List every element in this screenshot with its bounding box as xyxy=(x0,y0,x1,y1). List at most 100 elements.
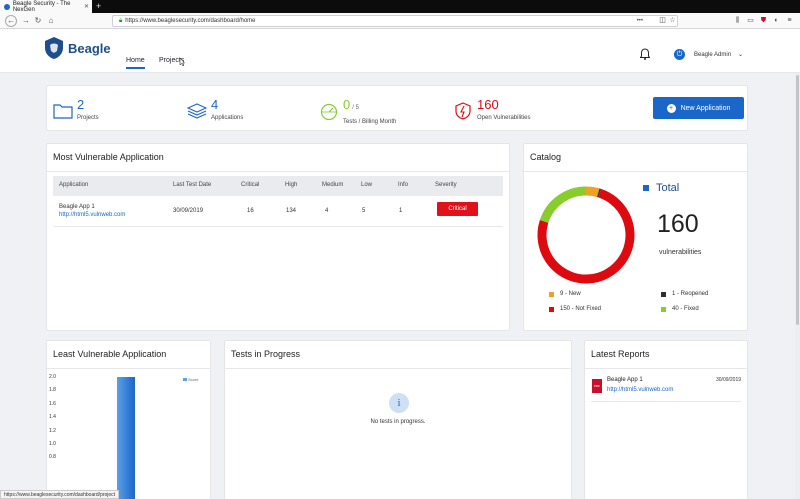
legend-fixed: 40 - Fixed xyxy=(661,306,699,312)
stat-projects[interactable]: 2 Projects xyxy=(53,98,99,121)
page-scrollbar[interactable] xyxy=(795,73,800,499)
legend-label: 40 - Fixed xyxy=(672,306,699,312)
pocket-icon[interactable]: ◫ xyxy=(658,16,667,25)
total-label: Total xyxy=(656,182,680,194)
stat-label: Open Vulnerabilities xyxy=(477,115,531,121)
divider xyxy=(585,368,747,369)
beagle-shield-icon xyxy=(45,37,63,59)
url-text: https://www.beaglesecurity.com/dashboard… xyxy=(125,18,256,24)
table-row[interactable]: Beagle App 1 http://html5.vulnweb.com 30… xyxy=(53,196,503,227)
legend-label: 9 - New xyxy=(560,291,581,297)
user-menu[interactable]: ⏻ Beagle Admin ⌄ xyxy=(674,49,743,60)
donut-slice[interactable] xyxy=(585,186,600,198)
lock-icon: 🔒︎ xyxy=(119,18,123,24)
high-count: 134 xyxy=(286,208,297,214)
stats-card: 2 Projects 4 Applications 0/ 5 Tests / Bill… xyxy=(46,85,748,131)
legend-label: 150 - Not Fixed xyxy=(560,306,602,312)
y-tick-label: 1.0 xyxy=(49,441,56,447)
reload-icon[interactable]: ↻ xyxy=(32,15,44,27)
notification-bell-icon[interactable] xyxy=(640,48,650,60)
bookmark-star-icon[interactable]: ☆ xyxy=(668,16,677,25)
shield-alert-icon xyxy=(455,102,471,120)
legend-swatch xyxy=(183,378,187,381)
card-title: Most Vulnerable Application xyxy=(53,152,164,162)
col-application: Application xyxy=(59,182,89,188)
scrollbar-thumb[interactable] xyxy=(796,75,799,325)
latest-reports-card: Latest Reports PDF Beagle App 1 http://h… xyxy=(584,340,748,499)
divider xyxy=(47,171,509,172)
page-actions-icon[interactable]: ••• xyxy=(637,16,643,26)
legend-label: Score xyxy=(188,377,199,382)
legend-swatch xyxy=(661,291,666,297)
score-bar[interactable] xyxy=(117,377,135,499)
total-sub: vulnerabilities xyxy=(659,249,702,256)
legend-label: 1 - Reopened xyxy=(672,291,709,297)
app-url-link[interactable]: http://html5.vulnweb.com xyxy=(59,212,125,218)
back-icon[interactable]: ← xyxy=(5,15,17,27)
url-bar[interactable]: 🔒︎ https://www.beaglesecurity.com/dashboa… xyxy=(112,15,678,27)
stat-tests[interactable]: 0/ 5 Tests / Billing Month xyxy=(319,98,396,125)
stat-label: Tests / Billing Month xyxy=(343,119,397,125)
y-tick-label: 1.6 xyxy=(49,400,56,407)
home-icon[interactable]: ⌂ xyxy=(45,15,57,27)
most-vulnerable-card: Most Vulnerable Application Application … xyxy=(46,143,510,331)
critical-count: 16 xyxy=(247,208,254,214)
report-url-link[interactable]: http://html5.vulnweb.com xyxy=(607,387,673,393)
mouse-pointer-icon xyxy=(179,58,185,66)
close-tab-icon[interactable]: ✕ xyxy=(84,3,89,10)
catalog-card: Catalog Total 160 vulnerabilities 9 - Ne… xyxy=(523,143,748,331)
nav-home[interactable]: Home xyxy=(126,57,145,69)
card-title: Tests in Progress xyxy=(231,349,301,359)
y-tick-label: 1.4 xyxy=(49,414,56,421)
favicon-icon xyxy=(4,3,10,10)
col-high: High xyxy=(285,182,298,188)
stat-value: 4 xyxy=(211,97,219,112)
new-application-label: New Application xyxy=(680,104,731,112)
stat-label: Applications xyxy=(211,115,244,121)
legend-swatch xyxy=(661,306,666,312)
brand-logo[interactable]: Beagle xyxy=(44,36,111,60)
divider xyxy=(591,401,741,402)
brand-name: Beagle xyxy=(68,40,111,56)
legend-reopened: 1 - Reopened xyxy=(661,291,708,297)
stat-applications[interactable]: 4 Applications xyxy=(187,98,243,121)
col-critical: Critical xyxy=(241,182,260,188)
stat-vulnerabilities[interactable]: 160 Open Vulnerabilities xyxy=(453,98,530,121)
stat-value: 0 xyxy=(343,97,351,112)
library-icon[interactable]: ⫼ xyxy=(733,16,742,25)
sidebar-icon[interactable]: ▭ xyxy=(746,16,755,25)
new-application-button[interactable]: + New Application xyxy=(653,97,744,119)
browser-tab[interactable]: Beagle Security - The NexGen ✕ xyxy=(0,0,92,13)
report-name: Beagle App 1 xyxy=(607,377,643,383)
card-title: Catalog xyxy=(530,152,562,162)
status-bar: https://www.beaglesecurity.com/dashboard… xyxy=(0,490,120,499)
legend-swatch xyxy=(549,306,554,312)
stat-label: Projects xyxy=(77,115,99,121)
y-tick-label: 2.0 xyxy=(49,374,56,380)
forward-icon[interactable]: → xyxy=(20,15,32,27)
browser-navbar: ← → ↻ ⌂ 🔒︎ https://www.beaglesecurity.com… xyxy=(0,13,800,29)
extension-icon[interactable]: ◐ xyxy=(772,16,781,25)
y-tick-label: 1.8 xyxy=(49,387,56,394)
donut-slice[interactable] xyxy=(539,186,587,223)
severity-badge: Critical xyxy=(437,202,478,216)
legend-new: 9 - New xyxy=(549,291,581,297)
new-tab-icon[interactable]: + xyxy=(96,1,101,11)
low-count: 5 xyxy=(362,208,366,214)
col-severity: Severity xyxy=(435,182,457,188)
pdf-icon[interactable]: PDF xyxy=(592,379,602,393)
chevron-down-icon: ⌄ xyxy=(738,52,744,58)
stat-suffix: / 5 xyxy=(352,105,359,111)
power-icon: ⏻ xyxy=(674,49,685,60)
divider xyxy=(524,171,747,172)
browser-tabstrip: Beagle Security - The NexGen ✕ + xyxy=(0,0,800,13)
card-title: Least Vulnerable Application xyxy=(53,349,167,359)
menu-icon[interactable]: ≡ xyxy=(785,16,794,25)
app-header: Beagle Home Projects ⏻ Beagle Admin ⌄ xyxy=(0,29,800,73)
last-test-date: 30/09/2019 xyxy=(173,208,204,214)
info-count: 1 xyxy=(399,208,403,214)
ublock-icon[interactable]: ⛊ xyxy=(759,16,768,25)
stat-value: 2 xyxy=(77,97,85,112)
score-legend: Score xyxy=(183,377,198,382)
stat-value: 160 xyxy=(477,97,499,112)
